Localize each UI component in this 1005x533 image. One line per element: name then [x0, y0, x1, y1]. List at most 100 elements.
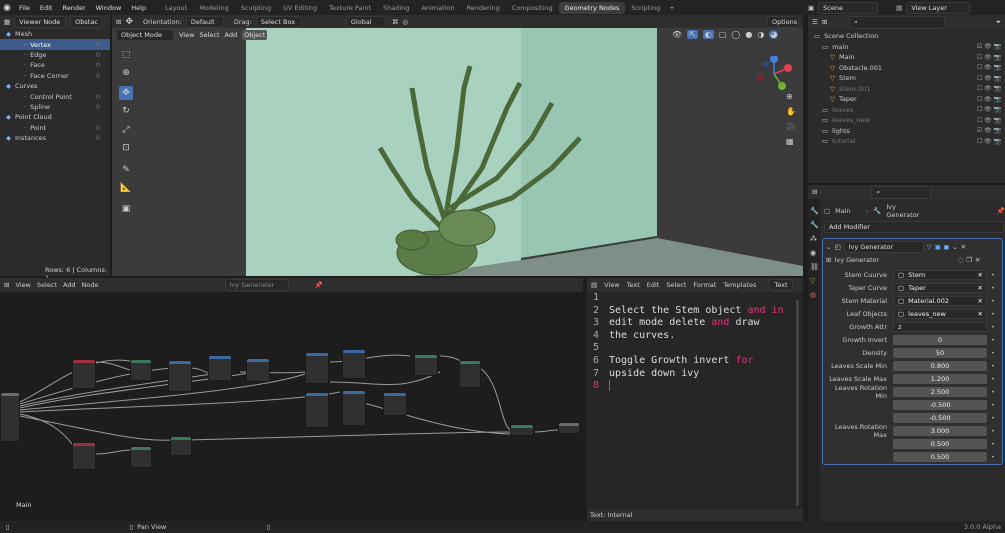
node[interactable] [0, 392, 20, 442]
keyframe-dot-icon[interactable]: • [991, 375, 995, 383]
rendered-shading-icon[interactable]: ◕ [769, 30, 779, 39]
workspace-tab[interactable]: Compositing [506, 2, 559, 14]
close-icon[interactable]: ✕ [961, 243, 966, 251]
editor-type-icon[interactable]: ▦ [4, 18, 10, 26]
node[interactable] [208, 355, 232, 381]
wireframe-shading-icon[interactable]: ◯ [731, 30, 740, 39]
visibility-icon[interactable]: ☐ 👁 📷 [977, 117, 1001, 124]
mode-dropdown[interactable]: Object Mode [116, 29, 174, 41]
node[interactable] [342, 349, 366, 379]
edit-menu[interactable]: Edit [647, 281, 660, 289]
format-menu[interactable]: Format [693, 281, 716, 289]
visibility-icon[interactable]: ☑ 👁 📷 [977, 43, 1001, 50]
node-tree-selector[interactable]: Ivy Generator [224, 279, 289, 291]
outliner-item[interactable]: ▭ Scene Collection [808, 31, 1005, 42]
viewer-node-selector[interactable]: Viewer Node [14, 16, 67, 28]
cursor-tool-icon[interactable]: ⊕ [119, 66, 133, 80]
domain-item[interactable]: ◆ Mesh [0, 29, 110, 39]
pin-icon[interactable]: 📌 [315, 281, 323, 289]
add-menu[interactable]: Add [225, 31, 238, 39]
outliner-item[interactable]: ▽ Stem ☐ 👁 📷 [808, 73, 1005, 84]
text-datablock-selector[interactable]: Text [769, 279, 793, 291]
outliner-item[interactable]: ▭ leaves_new ☐ 👁 📷 [808, 115, 1005, 126]
display-mode-icon[interactable]: ⊞ [822, 18, 827, 26]
keyframe-dot-icon[interactable]: • [991, 271, 995, 279]
visibility-icon[interactable]: ☑ 👁 📷 [977, 127, 1001, 134]
modifier-tab-icon[interactable]: 🔧 [810, 221, 819, 229]
view-layer-selector[interactable]: View Layer [906, 2, 971, 14]
modifier-menu-icon[interactable]: ⌄ [952, 243, 957, 251]
input-field[interactable]: 0 [893, 334, 987, 345]
zoom-icon[interactable]: ⊕ [786, 92, 796, 101]
node[interactable] [246, 358, 270, 382]
input-field[interactable]: 1.200 [893, 373, 987, 384]
text-menu[interactable]: Text [627, 281, 640, 289]
outliner-item[interactable]: ▭ lights ☑ 👁 📷 [808, 126, 1005, 137]
material-shading-icon[interactable]: ◑ [757, 30, 764, 39]
duplicate-icon[interactable]: ❐ [966, 256, 972, 264]
node[interactable] [342, 390, 366, 426]
keyframe-dot-icon[interactable]: • [991, 284, 995, 292]
node[interactable] [170, 436, 192, 456]
keyframe-dot-icon[interactable]: • [991, 414, 995, 422]
editor-type-icon[interactable]: ⊞ [116, 18, 121, 26]
filter-icon[interactable]: ⏷ [996, 18, 1001, 27]
annotate-tool-icon[interactable]: ✎ [119, 163, 133, 177]
text-scrollbar[interactable] [796, 300, 799, 506]
3d-viewport[interactable]: Object Mode View Select Add Object ⬚ ⊕ ✥… [112, 28, 803, 276]
text-editor-content[interactable]: 1 2 Select the Stem object and in 3 edit mod… [587, 292, 803, 393]
templates-menu[interactable]: Templates [723, 281, 756, 289]
clear-icon[interactable]: ✕ [978, 310, 983, 318]
outliner-item[interactable]: ▽ Main ☐ 👁 📷 [808, 52, 1005, 63]
fake-user-icon[interactable]: ◌ [957, 256, 963, 264]
ortho-grid-icon[interactable]: ▦ [786, 137, 796, 146]
drag-dropdown[interactable]: Select Box [255, 16, 302, 28]
keyframe-dot-icon[interactable]: • [991, 323, 995, 331]
editor-type-icon[interactable]: ⊞ [4, 281, 9, 289]
keyframe-dot-icon[interactable]: • [991, 401, 995, 409]
realtime-icon[interactable]: ▣ [935, 243, 941, 251]
visibility-icon[interactable]: ☐ 👁 📷 [977, 85, 1001, 92]
visibility-icon[interactable]: ☐ 👁 📷 [977, 96, 1001, 103]
visibility-icon[interactable]: ☐ 👁 📷 [977, 106, 1001, 113]
editor-type-icon[interactable]: ⊞ [812, 188, 817, 196]
orientation-dropdown[interactable]: Default [185, 16, 224, 28]
input-field[interactable]: 0.500 [893, 451, 987, 462]
keyframe-dot-icon[interactable]: • [991, 349, 995, 357]
outliner-item[interactable]: ▭ main ☑ 👁 📷 [808, 42, 1005, 53]
measure-tool-icon[interactable]: 📐 [119, 181, 133, 195]
material-tab-icon[interactable]: ◍ [810, 291, 819, 299]
node-menu[interactable]: Node [82, 281, 99, 289]
workspace-tab[interactable]: Sculpting [235, 2, 277, 14]
proportional-edit-icon[interactable]: ◎ [402, 18, 408, 26]
outliner-item[interactable]: ▽ Taper ☐ 👁 📷 [808, 94, 1005, 105]
view-menu[interactable]: View [604, 281, 619, 289]
scene-selector[interactable]: Scene [818, 2, 879, 14]
workspace-tab[interactable]: Layout [159, 2, 193, 14]
view-menu[interactable]: View [15, 281, 30, 289]
node[interactable] [558, 422, 580, 434]
pin-icon[interactable]: 📌 [997, 207, 1005, 215]
input-field[interactable]: ▢ Taper ✕ [893, 282, 987, 293]
node[interactable] [459, 360, 481, 388]
select-tool-icon[interactable]: ⬚ [119, 48, 133, 62]
pan-hand-icon[interactable]: ✋ [786, 107, 796, 116]
workspace-tab[interactable]: Scripting [625, 2, 666, 14]
collapse-chevron-icon[interactable]: ⌄ [826, 243, 831, 251]
menu-render[interactable]: Render [57, 4, 90, 12]
select-menu[interactable]: Select [199, 31, 219, 39]
data-tab-icon[interactable]: ▽ [810, 277, 819, 285]
unlink-icon[interactable]: ✕ [975, 256, 980, 264]
object-selector[interactable]: Obstac [70, 16, 103, 28]
options-dropdown[interactable]: Options [767, 16, 799, 28]
workspace-tab[interactable]: Animation [415, 2, 460, 14]
transform-tool-icon[interactable]: ⊡ [119, 141, 133, 155]
particles-tab-icon[interactable]: ⁂ [810, 235, 819, 243]
visibility-icon[interactable]: ☐ 👁 📷 [977, 64, 1001, 71]
workspace-tab[interactable]: Geometry Nodes [558, 1, 626, 14]
clear-icon[interactable]: ✕ [978, 284, 983, 292]
move-tool-icon[interactable]: ✥ [119, 86, 133, 100]
node-group-name[interactable]: Ivy Generator [834, 256, 954, 264]
add-modifier-button[interactable]: Add Modifier [824, 221, 1004, 233]
node[interactable] [130, 359, 152, 381]
